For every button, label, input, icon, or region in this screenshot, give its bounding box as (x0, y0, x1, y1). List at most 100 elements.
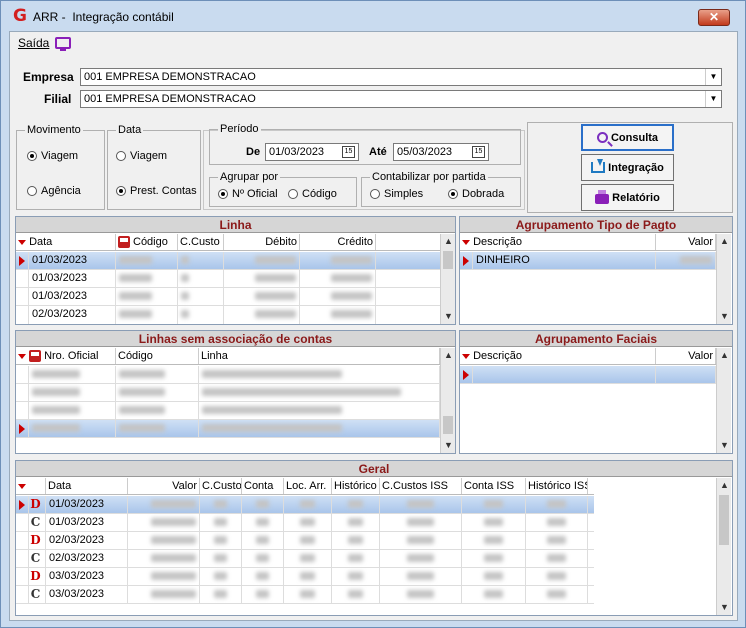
linhas-sem-scrollbar[interactable]: ▲ ▼ (440, 348, 455, 453)
data-viagem-radio[interactable]: Viagem (116, 150, 167, 162)
col-credito[interactable]: Crédito (300, 234, 376, 250)
dc-cell: C (29, 550, 46, 567)
table-row[interactable]: 02/03/2023 (16, 306, 440, 324)
col-label: Conta ISS (464, 480, 515, 492)
blurred-cell (119, 310, 152, 319)
dc-cell: D (29, 568, 46, 585)
scroll-down-icon[interactable]: ▼ (441, 309, 456, 324)
blurred-cell (483, 590, 504, 599)
table-row[interactable] (460, 366, 716, 384)
col-debito[interactable]: Débito (224, 234, 300, 250)
data-group: Data Viagem Prest. Contas (107, 124, 201, 210)
monitor-icon[interactable] (55, 37, 72, 51)
col-codigo[interactable]: Código (116, 348, 199, 364)
table-row[interactable]: 01/03/2023 (16, 288, 440, 306)
date-to-input[interactable]: 05/03/2023 15 (393, 143, 489, 161)
col-ccustos-iss[interactable]: C.Custos ISS (380, 478, 462, 494)
scroll-thumb[interactable] (443, 416, 453, 434)
scroll-thumb[interactable] (443, 251, 453, 269)
agrup-pagto-scrollbar[interactable]: ▲ ▼ (716, 234, 731, 324)
scroll-up-icon[interactable]: ▲ (441, 234, 456, 249)
calendar-icon[interactable]: 15 (342, 146, 355, 158)
filial-select[interactable]: 001 EMPRESA DEMONSTRACAO ▼ (80, 90, 722, 108)
agrup-faciais-panel: Agrupamento Faciais Descrição Valor ▲ ▼ (459, 330, 733, 454)
table-row[interactable]: C 02/03/2023 (16, 550, 594, 568)
table-row[interactable]: C 03/03/2023 (16, 586, 594, 604)
scroll-up-icon[interactable]: ▲ (717, 478, 732, 493)
blurred-cell (546, 536, 567, 545)
date-from-input[interactable]: 01/03/2023 15 (265, 143, 359, 161)
scroll-down-icon[interactable]: ▼ (717, 600, 732, 615)
scroll-down-icon[interactable]: ▼ (441, 438, 456, 453)
col-data[interactable]: Data (16, 234, 116, 250)
table-row[interactable] (16, 366, 440, 384)
scroll-thumb[interactable] (719, 495, 729, 545)
table-row[interactable]: 01/03/2023 (16, 252, 440, 270)
blurred-cell (256, 518, 269, 527)
consulta-button[interactable]: Consulta (581, 124, 674, 151)
col-valor[interactable]: Valor (656, 348, 716, 364)
menu-saida[interactable]: Saída (18, 36, 49, 50)
data-prest-contas-radio[interactable]: Prest. Contas (116, 185, 197, 197)
col-label: Linha (201, 350, 228, 362)
contabilizar-simples-radio[interactable]: Simples (370, 188, 423, 200)
table-row[interactable] (16, 402, 440, 420)
col-linha[interactable]: Linha (199, 348, 440, 364)
col-data[interactable]: Data (46, 478, 128, 494)
col-descricao[interactable]: Descrição (460, 234, 656, 250)
table-row[interactable]: C 01/03/2023 (16, 514, 594, 532)
scroll-up-icon[interactable]: ▲ (717, 348, 732, 363)
integracao-button[interactable]: Integração (581, 154, 674, 181)
table-row[interactable]: D 03/03/2023 (16, 568, 594, 586)
table-row[interactable]: D 01/03/2023 (16, 496, 594, 514)
contabilizar-dobrada-radio[interactable]: Dobrada (448, 188, 504, 200)
agrup-faciais-scrollbar[interactable]: ▲ ▼ (716, 348, 731, 453)
chevron-down-icon[interactable]: ▼ (705, 69, 721, 85)
col-valor[interactable]: Valor (128, 478, 200, 494)
col-nro-oficial[interactable]: Nro. Oficial (16, 348, 116, 364)
chevron-down-icon[interactable]: ▼ (705, 91, 721, 107)
scroll-up-icon[interactable]: ▲ (717, 234, 732, 249)
linha-scrollbar[interactable]: ▲ ▼ (440, 234, 455, 324)
col-conta[interactable]: Conta (242, 478, 284, 494)
table-row[interactable] (16, 420, 440, 438)
blurred-cell (150, 572, 196, 581)
cell-date: 01/03/2023 (29, 288, 116, 305)
geral-scrollbar[interactable]: ▲ ▼ (716, 478, 731, 615)
scroll-up-icon[interactable]: ▲ (441, 348, 456, 363)
col-descricao[interactable]: Descrição (460, 348, 656, 364)
movimento-viagem-radio[interactable]: Viagem (27, 150, 78, 162)
close-button[interactable]: ✕ (698, 9, 730, 26)
table-row[interactable]: 01/03/2023 (16, 270, 440, 288)
col-dc[interactable] (16, 478, 46, 494)
blurred-cell (300, 500, 315, 509)
col-valor[interactable]: Valor (656, 234, 716, 250)
calendar-icon[interactable]: 15 (472, 146, 485, 158)
agrup-pagto-header: Descrição Valor (460, 234, 716, 251)
scroll-down-icon[interactable]: ▼ (717, 438, 732, 453)
table-row[interactable]: DINHEIRO (460, 252, 716, 270)
agrupar-codigo-radio[interactable]: Código (288, 188, 337, 200)
col-label: Data (48, 480, 72, 492)
row-indicator (16, 496, 29, 513)
col-conta-iss[interactable]: Conta ISS (462, 478, 526, 494)
blurred-cell (300, 518, 315, 527)
col-codigo[interactable]: Código (116, 234, 178, 250)
movimento-agencia-radio[interactable]: Agência (27, 185, 81, 197)
table-row[interactable] (16, 384, 440, 402)
col-loc-arr[interactable]: Loc. Arr. (284, 478, 332, 494)
agrupar-oficial-radio[interactable]: Nº Oficial (218, 188, 278, 200)
blurred-cell (256, 554, 269, 563)
col-historico[interactable]: Histórico (332, 478, 380, 494)
empresa-select[interactable]: 001 EMPRESA DEMONSTRACAO ▼ (80, 68, 722, 86)
col-historico-iss[interactable]: Histórico ISS (526, 478, 588, 494)
col-ccusto[interactable]: C.Custo (200, 478, 242, 494)
printer-icon (595, 190, 610, 204)
relatorio-button[interactable]: Relatório (581, 184, 674, 211)
data-caption: Data (116, 124, 144, 136)
col-label: Valor (172, 480, 197, 492)
table-row[interactable]: D 02/03/2023 (16, 532, 594, 550)
col-ccusto[interactable]: C.Custo (178, 234, 224, 250)
dc-cell: C (29, 586, 46, 603)
scroll-down-icon[interactable]: ▼ (717, 309, 732, 324)
